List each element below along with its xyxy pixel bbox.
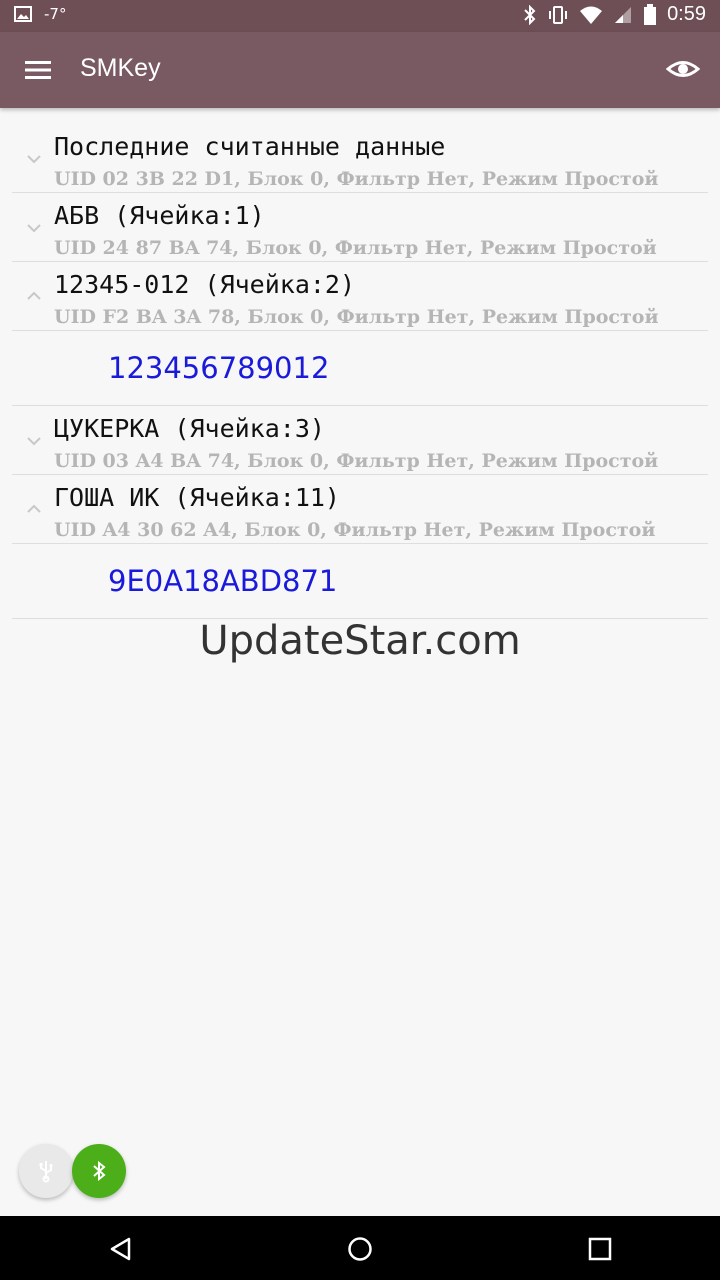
vibrate-icon [549,5,568,24]
recents-icon[interactable] [587,1236,613,1262]
list-item-cell-3[interactable]: ЦУКЕРКА (Ячейка:3) UID 03 A4 BA 74, Блок… [12,406,708,475]
temperature-label: -7° [44,5,67,23]
bluetooth-status-icon [524,4,536,25]
key-list: Последние считанные данные UID 02 3B 22 … [12,124,708,619]
bluetooth-button[interactable] [72,1144,126,1198]
list-item-subtitle: UID F2 BA 3A 78, Блок 0, Фильтр Нет, Реж… [54,306,659,328]
list-item-subtitle: UID 03 A4 BA 74, Блок 0, Фильтр Нет, Реж… [54,450,659,472]
key-code: 9E0A18ABD871 [108,564,338,598]
usb-icon [39,1161,53,1183]
watermark: UpdateStar.com [199,618,521,664]
list-item-title: АБВ (Ячейка:1) [54,201,265,230]
chevron-up-icon [27,504,41,513]
list-item-last-read[interactable]: Последние считанные данные UID 02 3B 22 … [12,124,708,193]
chevron-down-icon [27,437,41,446]
list-item-code-row[interactable]: 9E0A18ABD871 [12,544,708,619]
clock: 0:59 [667,3,706,25]
menu-icon[interactable] [24,56,52,84]
list-item-cell-1[interactable]: АБВ (Ячейка:1) UID 24 87 BA 74, Блок 0, … [12,193,708,262]
usb-button[interactable] [19,1144,73,1198]
wifi-icon [580,6,603,24]
list-item-cell-2[interactable]: 12345-012 (Ячейка:2) UID F2 BA 3A 78, Бл… [12,262,708,331]
navigation-bar [0,1216,720,1280]
list-item-title: ЦУКЕРКА (Ячейка:3) [54,414,325,443]
app-title: SMKey [80,54,161,82]
chevron-down-icon [27,155,41,164]
bluetooth-icon [93,1160,106,1182]
battery-icon [644,3,657,25]
chevron-up-icon [27,291,41,300]
list-item-subtitle: UID A4 30 62 A4, Блок 0, Фильтр Нет, Реж… [54,519,656,541]
list-item-code-row[interactable]: 123456789012 [12,331,708,406]
list-item-title: ГОША ИК (Ячейка:11) [54,483,340,512]
list-item-cell-11[interactable]: ГОША ИК (Ячейка:11) UID A4 30 62 A4, Бло… [12,475,708,544]
back-icon[interactable] [108,1236,134,1262]
key-code: 123456789012 [108,351,330,385]
list-item-subtitle: UID 02 3B 22 D1, Блок 0, Фильтр Нет, Реж… [54,168,659,190]
list-item-subtitle: UID 24 87 BA 74, Блок 0, Фильтр Нет, Реж… [54,237,657,259]
image-notification-icon [14,6,32,22]
list-item-title: Последние считанные данные [54,132,446,161]
home-icon[interactable] [347,1236,373,1262]
eye-icon[interactable] [666,54,700,84]
app-bar: SMKey [0,32,720,108]
chevron-down-icon [27,224,41,233]
signal-icon [615,6,632,23]
list-item-title: 12345-012 (Ячейка:2) [54,270,356,299]
status-bar: -7° 0:59 [0,0,720,32]
